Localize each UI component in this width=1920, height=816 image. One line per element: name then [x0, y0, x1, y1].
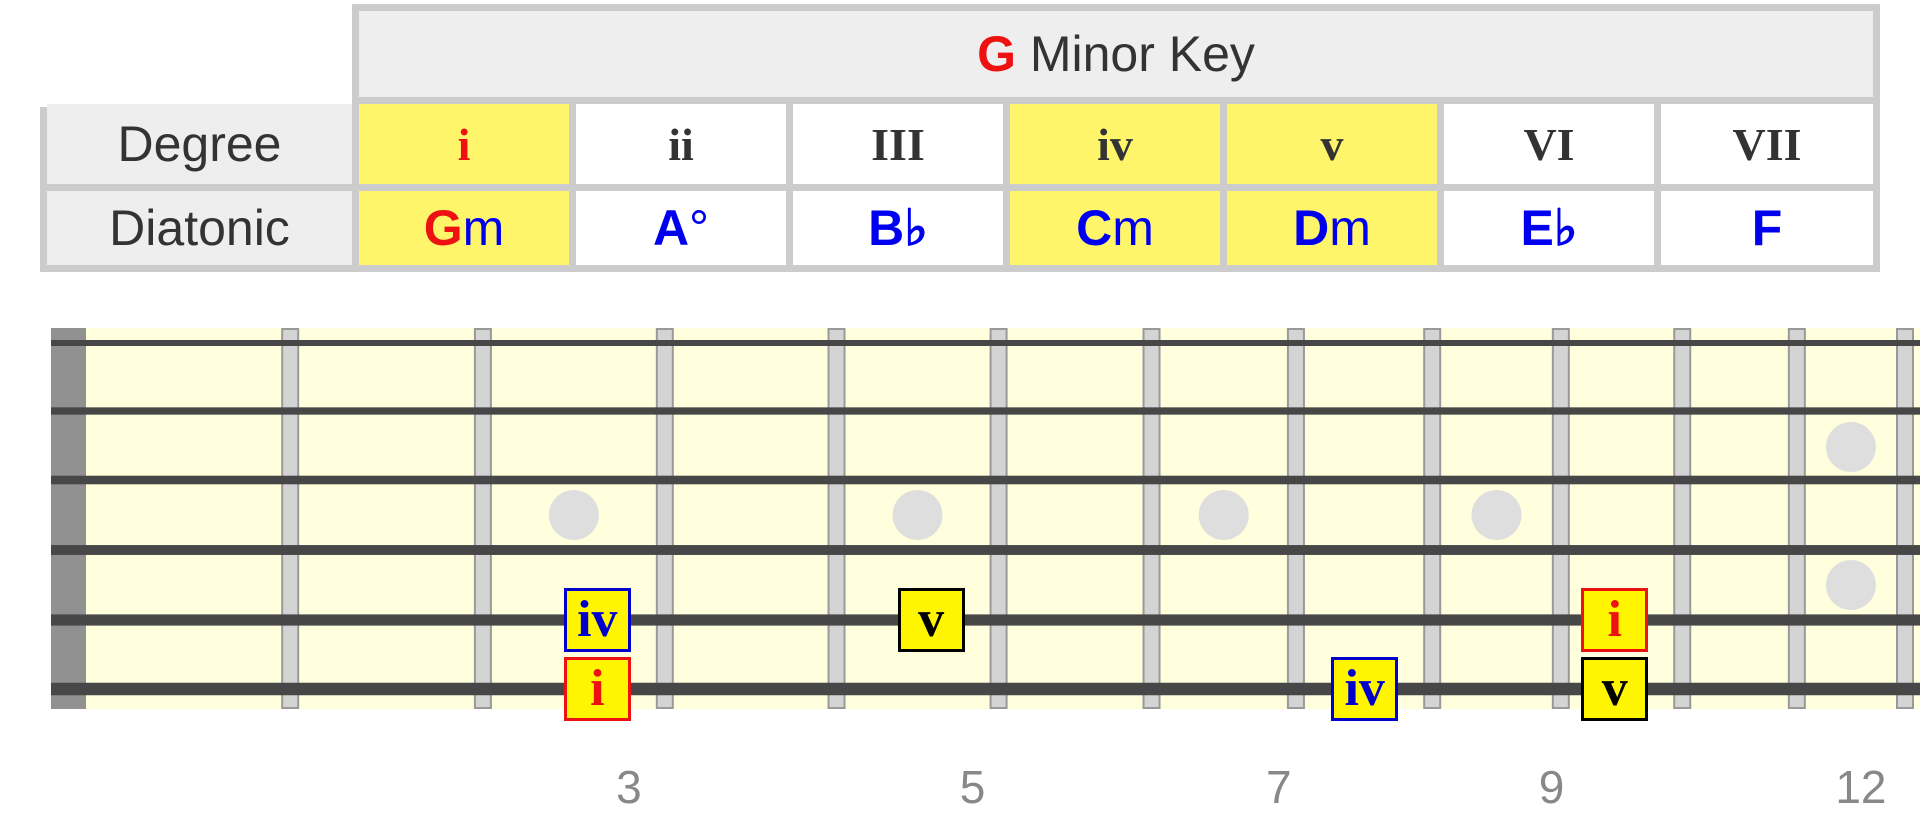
chord-cell: Gm: [359, 191, 569, 265]
inlay-dot: [892, 490, 943, 540]
guitar-string: [51, 340, 1920, 346]
degree-cell: VII: [1661, 104, 1873, 184]
degree-cell: III: [793, 104, 1003, 184]
fret-wire: [281, 328, 300, 709]
chord-root: G: [423, 200, 463, 256]
chord-cell: F: [1661, 191, 1873, 265]
key-root: G: [977, 26, 1016, 82]
chord-marker: v: [1581, 657, 1649, 721]
guitar-string: [51, 545, 1920, 555]
inlay-dot: [1825, 560, 1876, 610]
chord-marker: i: [563, 657, 631, 721]
degree-cell: v: [1227, 104, 1437, 184]
chord-marker: i: [1581, 588, 1649, 652]
fret-wire: [827, 328, 846, 709]
fret-number-label: 9: [1538, 761, 1565, 813]
chord-marker: iv: [1331, 657, 1399, 721]
diatonic-row-label: Diatonic: [47, 191, 352, 265]
chord-root: A: [652, 200, 690, 256]
fret-number-label: 3: [616, 761, 642, 813]
chord-root: B♭: [868, 200, 928, 256]
chord-cell: A °: [576, 191, 786, 265]
chord-quality: m: [1112, 200, 1154, 256]
fret-wire: [1142, 328, 1161, 709]
fret-number-label: 12: [1835, 761, 1887, 813]
chord-cell: Cm: [1010, 191, 1220, 265]
degree-cell: VI: [1444, 104, 1654, 184]
inlay-dot: [1198, 490, 1249, 540]
degree-row-label: Degree: [47, 104, 352, 184]
inlay-dot: [548, 490, 599, 540]
fret-wire: [1551, 328, 1570, 709]
chord-root: F: [1751, 200, 1783, 256]
chord-cell: Dm: [1227, 191, 1437, 265]
chord-cell: E♭: [1444, 191, 1654, 265]
chord-root: D: [1293, 200, 1330, 256]
key-table: G Minor Key Degree Diatonic i Gm ii A ° III B♭…: [40, 4, 1880, 272]
chord-marker: iv: [563, 588, 631, 652]
fret-wire: [1787, 328, 1806, 709]
fret-wire: [1423, 328, 1442, 709]
guitar-string: [51, 475, 1920, 485]
degree-cell: iv: [1010, 104, 1220, 184]
degree-cell: i: [359, 104, 569, 184]
key-title-rest: Minor Key: [1015, 26, 1255, 82]
fret-wire: [473, 328, 492, 709]
fret-wire: [1286, 328, 1305, 709]
key-title: G Minor Key: [359, 11, 1873, 97]
guitar-string: [51, 407, 1920, 415]
inlay-dot: [1825, 422, 1876, 472]
fret-wire: [655, 328, 674, 709]
chord-quality: °: [689, 200, 710, 256]
chord-root: C: [1076, 200, 1113, 256]
chord-marker: v: [897, 588, 965, 652]
inlay-dot: [1471, 490, 1522, 540]
chord-cell: B♭: [793, 191, 1003, 265]
fret-wire: [1896, 328, 1914, 709]
fret-wire: [1673, 328, 1692, 709]
chord-quality: m: [1329, 200, 1371, 256]
chord-quality: m: [462, 200, 505, 256]
chord-root: E♭: [1520, 200, 1578, 256]
fret-number-label: 5: [959, 761, 986, 813]
degree-cell: ii: [576, 104, 786, 184]
fret-number-label: 7: [1265, 761, 1292, 813]
nut: [51, 328, 86, 709]
fret-wire: [989, 328, 1008, 709]
